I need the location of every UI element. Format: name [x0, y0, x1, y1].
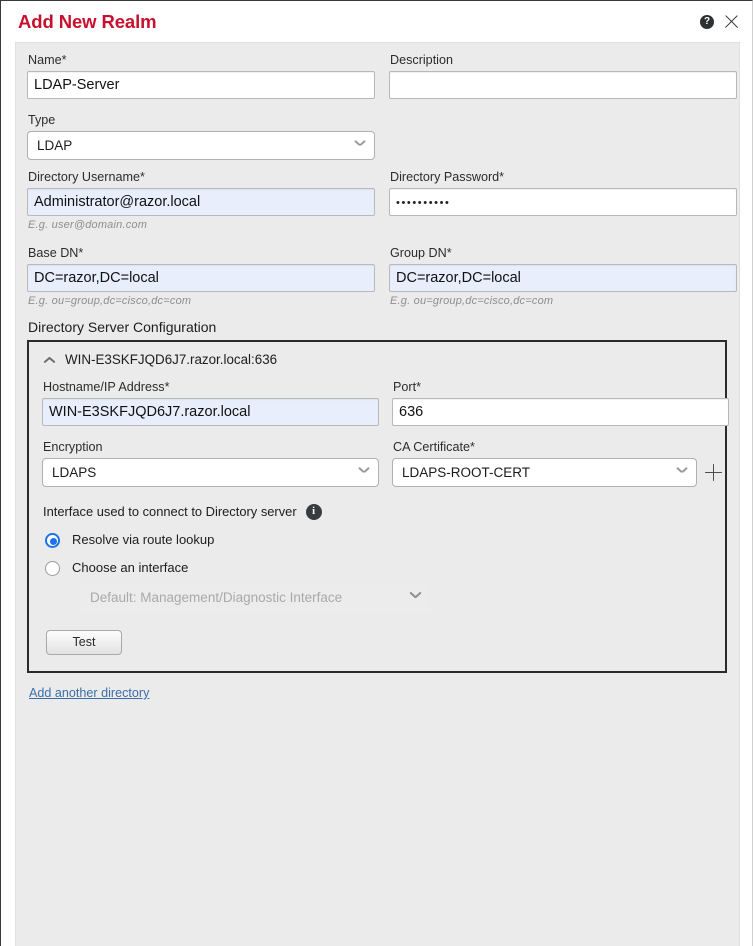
plus-icon[interactable] [705, 464, 722, 481]
type-row-spacer [389, 113, 737, 160]
page-title: Add New Realm [18, 10, 157, 32]
radio-button-unselected[interactable] [45, 560, 60, 576]
group-dn-input[interactable]: DC=razor,DC=local [389, 264, 737, 292]
hostname-group: Hostname/IP Address* WIN-E3SKFJQD6J7.raz… [42, 380, 379, 426]
ca-certificate-select[interactable]: LDAPS-ROOT-CERT [392, 458, 697, 487]
help-circle-icon[interactable]: ? [700, 14, 714, 29]
port-label: Port* [393, 380, 421, 394]
chevron-down-icon [677, 469, 687, 475]
type-select-value: LDAP [37, 138, 73, 153]
ca-certificate-row: LDAPS-ROOT-CERT [392, 458, 729, 487]
hostname-label: Hostname/IP Address* [43, 380, 170, 394]
base-dn-group: Base DN* DC=razor,DC=local E.g. ou=group… [27, 246, 375, 308]
interface-select-value: Default: Management/Diagnostic Interface [90, 590, 343, 605]
radio-choose-label: Choose an interface [72, 560, 189, 575]
hostname-port-row: Hostname/IP Address* WIN-E3SKFJQD6J7.raz… [42, 380, 729, 426]
description-input[interactable] [389, 71, 737, 99]
base-dn-input[interactable]: DC=razor,DC=local [27, 264, 375, 292]
name-label: Name* [28, 53, 67, 67]
add-another-directory-link[interactable]: Add another directory [29, 686, 149, 700]
dn-row: Base DN* DC=razor,DC=local E.g. ou=group… [27, 246, 737, 308]
hostname-input[interactable]: WIN-E3SKFJQD6J7.razor.local [42, 398, 379, 426]
directory-username-group: Directory Username* Administrator@razor.… [27, 170, 375, 232]
interface-select-wrap: Default: Management/Diagnostic Interface [80, 583, 430, 612]
radio-resolve-via-route-lookup[interactable]: Resolve via route lookup [45, 532, 712, 548]
type-field-group: Type LDAP [27, 113, 375, 160]
description-field-group: Description [389, 53, 737, 99]
interface-select: Default: Management/Diagnostic Interface [80, 583, 430, 612]
port-group: Port* 636 [392, 380, 729, 426]
chevron-down-icon [410, 594, 420, 600]
directory-password-label: Directory Password* [390, 170, 505, 184]
credentials-row: Directory Username* Administrator@razor.… [27, 170, 737, 232]
directory-username-input[interactable]: Administrator@razor.local [27, 188, 375, 216]
encryption-group: Encryption LDAPS [42, 440, 379, 487]
base-dn-hint: E.g. ou=group,dc=cisco,dc=com [28, 295, 192, 307]
interface-label: Interface used to connect to Directory s… [43, 504, 297, 519]
type-row: Type LDAP [27, 113, 727, 160]
directory-username-hint: E.g. user@domain.com [28, 219, 148, 231]
group-dn-label: Group DN* [390, 246, 452, 260]
encryption-label: Encryption [43, 440, 103, 454]
interface-label-row: Interface used to connect to Directory s… [43, 504, 712, 520]
directory-server-panel: WIN-E3SKFJQD6J7.razor.local:636 Hostname… [27, 340, 729, 673]
info-circle-icon[interactable]: i [305, 504, 322, 520]
directory-server-panel-header[interactable]: WIN-E3SKFJQD6J7.razor.local:636 [43, 352, 712, 368]
name-field-group: Name* LDAP-Server [27, 53, 375, 99]
encryption-select-value: LDAPS [52, 465, 97, 480]
chevron-down-icon [355, 142, 365, 148]
chevron-up-icon[interactable] [43, 356, 55, 364]
ca-certificate-label: CA Certificate* [393, 440, 475, 454]
description-label: Description [390, 53, 453, 67]
directory-password-group: Directory Password* •••••••••• [389, 170, 737, 232]
header-actions: ? [700, 13, 740, 30]
group-dn-hint: E.g. ou=group,dc=cisco,dc=com [390, 295, 554, 307]
ca-certificate-group: CA Certificate* LDAPS-ROOT-CERT [392, 440, 729, 487]
base-dn-label: Base DN* [28, 246, 84, 260]
directory-server-panel-title: WIN-E3SKFJQD6J7.razor.local:636 [65, 352, 278, 367]
encryption-ca-row: Encryption LDAPS CA Certificate* LDAPS-R… [42, 440, 722, 487]
add-new-realm-dialog: Add New Realm ? Name* LDAP-Server Descri… [0, 0, 753, 946]
name-description-row: Name* LDAP-Server Description [27, 53, 737, 99]
port-input[interactable]: 636 [392, 398, 729, 426]
chevron-down-icon [359, 469, 369, 475]
directory-username-label: Directory Username* [28, 170, 145, 184]
group-dn-group: Group DN* DC=razor,DC=local E.g. ou=grou… [389, 246, 737, 308]
encryption-select[interactable]: LDAPS [42, 458, 379, 487]
type-label: Type [28, 113, 56, 127]
radio-choose-an-interface[interactable]: Choose an interface [45, 560, 712, 576]
directory-password-input[interactable]: •••••••••• [389, 188, 737, 216]
directory-server-section-title: Directory Server Configuration [28, 319, 217, 335]
radio-button-selected[interactable] [45, 532, 60, 548]
radio-resolve-label: Resolve via route lookup [72, 532, 215, 547]
dialog-header: Add New Realm ? [1, 1, 752, 42]
name-input[interactable]: LDAP-Server [27, 71, 375, 99]
ca-certificate-select-value: LDAPS-ROOT-CERT [402, 465, 531, 480]
type-select[interactable]: LDAP [27, 131, 375, 160]
test-button[interactable]: Test [46, 630, 122, 655]
dialog-body: Name* LDAP-Server Description Type LDAP [15, 42, 740, 946]
close-icon[interactable] [723, 13, 740, 30]
